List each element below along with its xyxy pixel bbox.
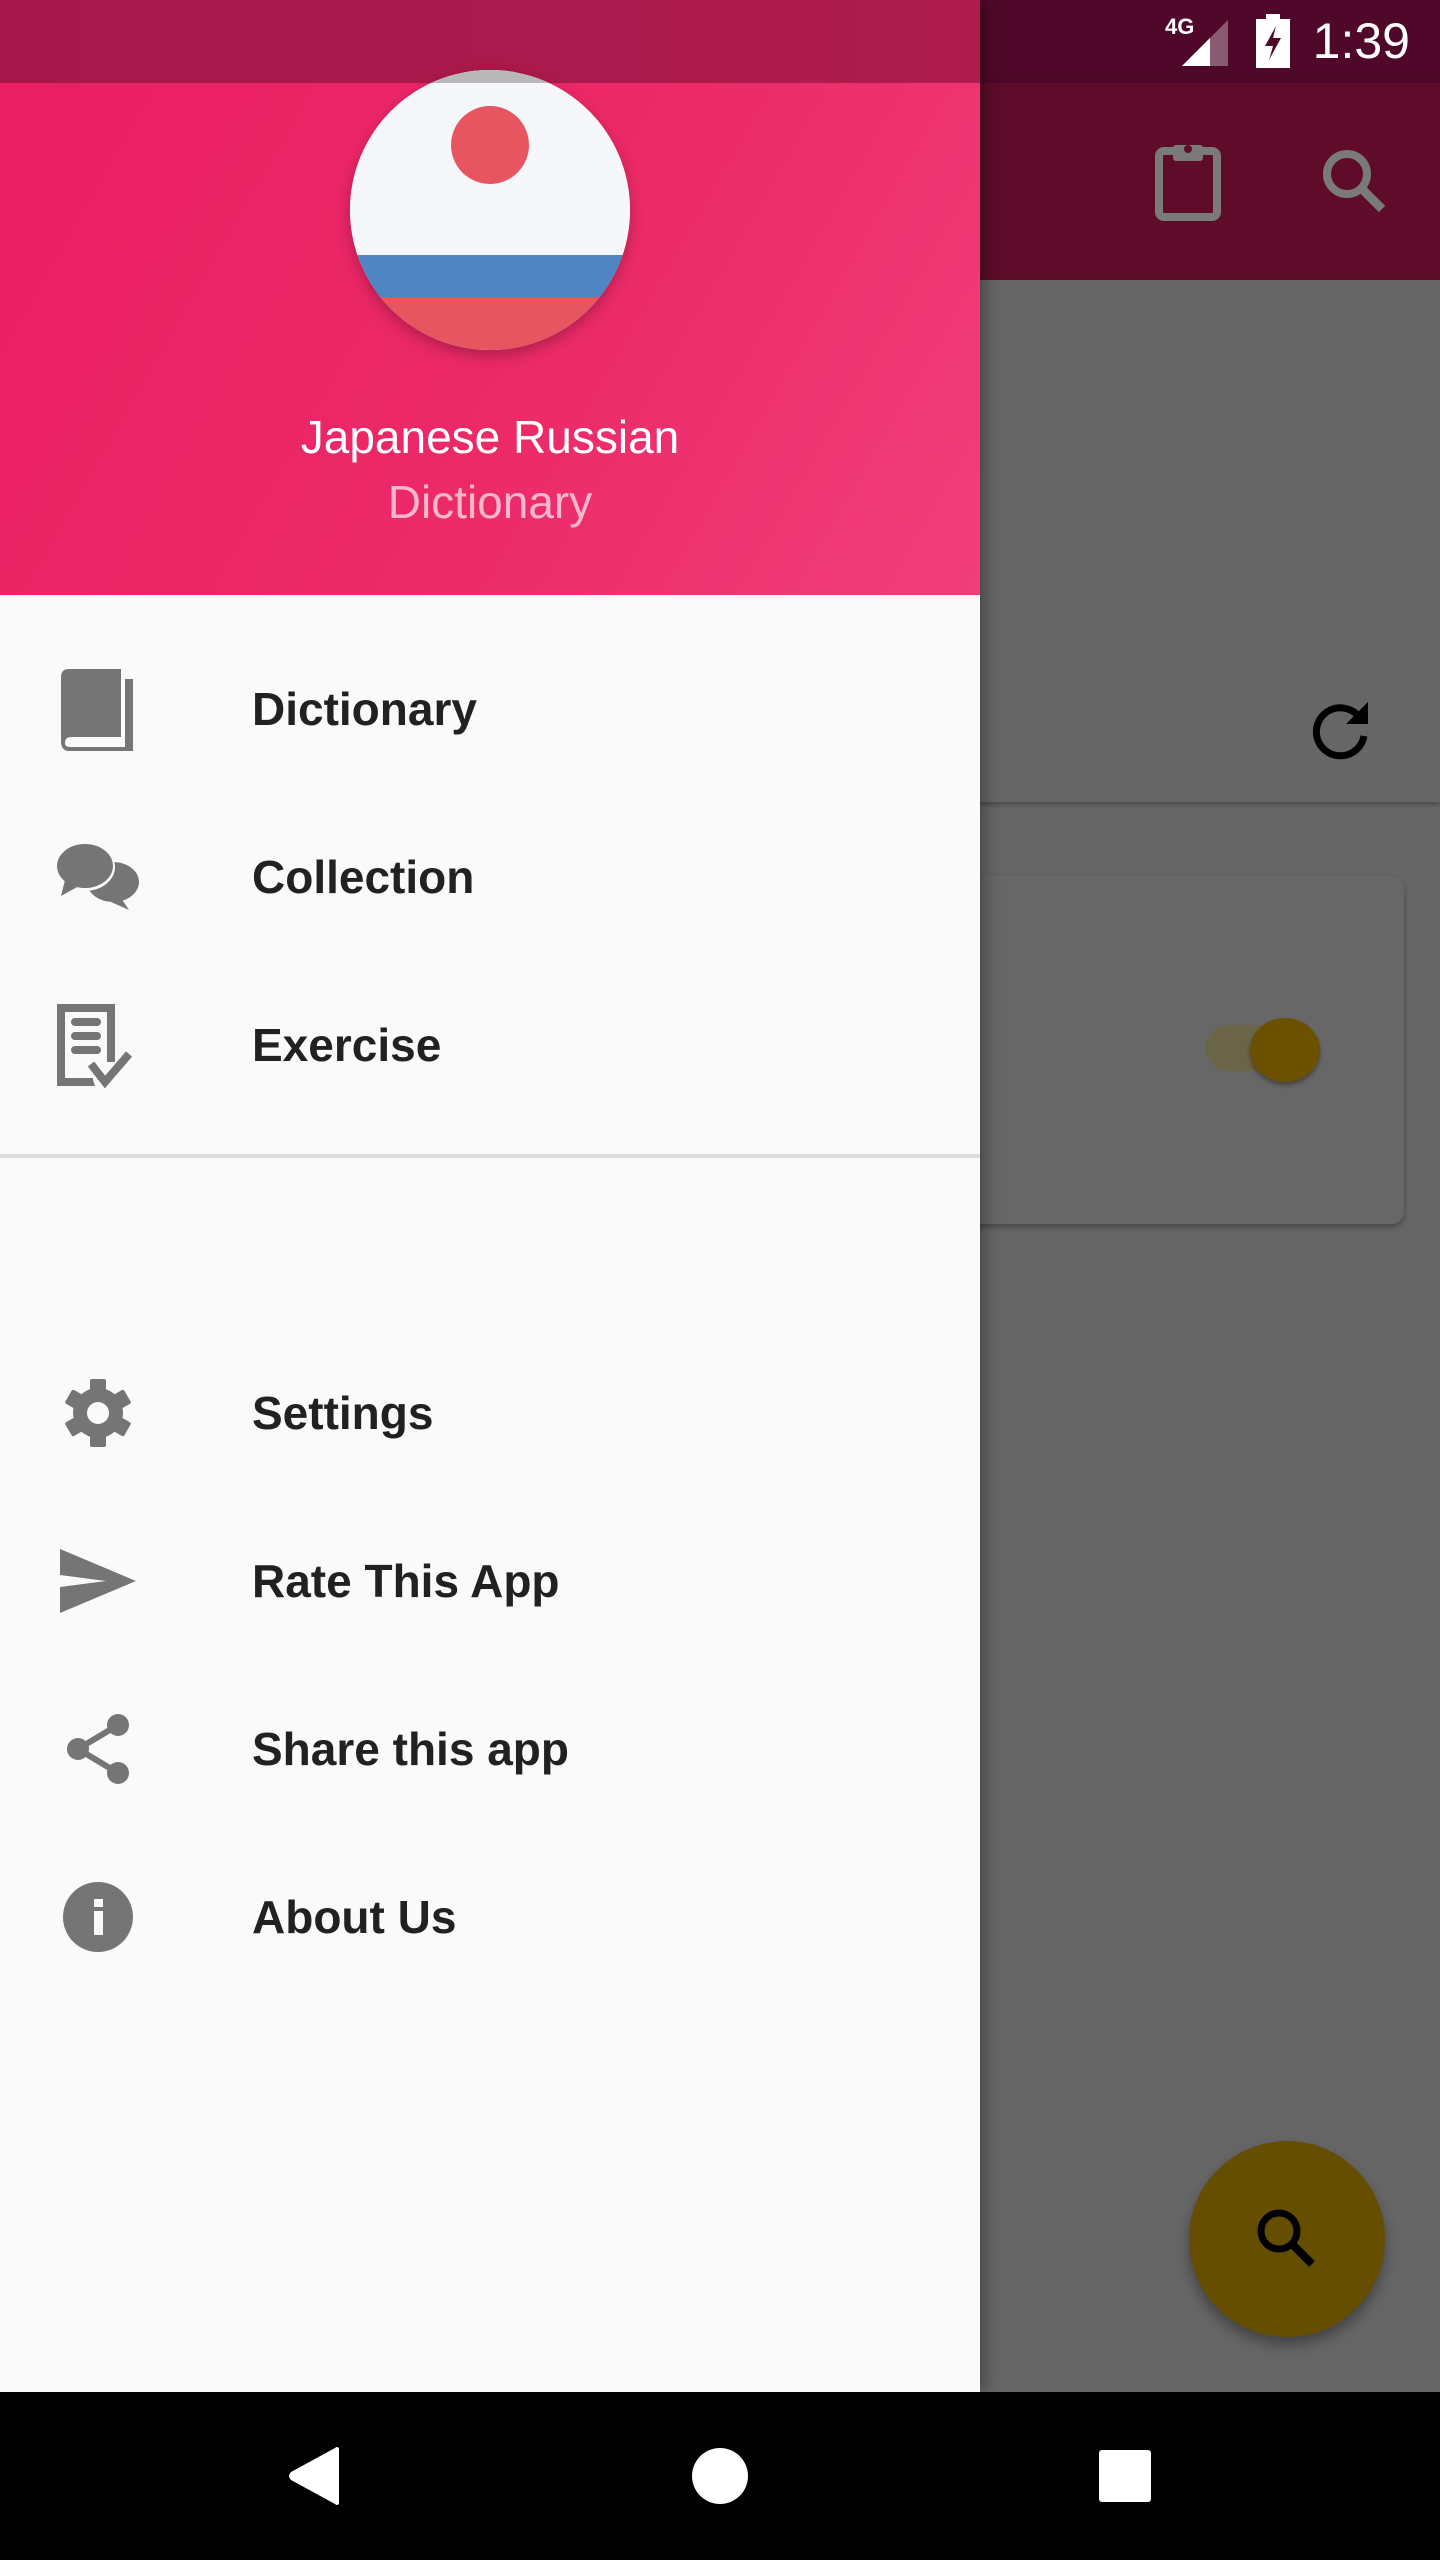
refresh-icon — [1312, 702, 1368, 760]
share-icon — [0, 1665, 196, 1833]
drawer-item-settings[interactable]: Settings — [0, 1329, 980, 1497]
checklist-icon — [0, 961, 196, 1129]
clipboard-icon — [1155, 145, 1221, 221]
drawer-item-share[interactable]: Share this app — [0, 1665, 980, 1833]
search-fab[interactable] — [1189, 2141, 1385, 2337]
drawer-item-label: Settings — [252, 1387, 434, 1439]
drawer-item-dictionary[interactable]: Dictionary — [0, 625, 980, 793]
battery-charging-icon — [1256, 14, 1290, 68]
drawer-item-label: Collection — [252, 851, 475, 903]
info-icon — [0, 1833, 196, 2001]
book-icon — [0, 625, 196, 793]
signal-icon — [1182, 20, 1228, 66]
drawer-item-rate[interactable]: Rate This App — [0, 1497, 980, 1665]
back-icon — [289, 2447, 339, 2505]
app-logo-flag — [350, 70, 630, 350]
gear-icon — [0, 1329, 196, 1497]
recents-button[interactable] — [1025, 2392, 1225, 2560]
drawer-item-about[interactable]: About Us — [0, 1833, 980, 2001]
system-nav-bar — [0, 2392, 1440, 2560]
search-button[interactable] — [1306, 133, 1402, 229]
home-button[interactable] — [620, 2392, 820, 2560]
drawer-item-label: Exercise — [252, 1019, 442, 1071]
recents-icon — [1099, 2450, 1151, 2502]
drawer-item-exercise[interactable]: Exercise — [0, 961, 980, 1129]
search-icon — [1257, 2209, 1315, 2267]
navigation-drawer: Japanese Russian Dictionary Dictionary C… — [0, 0, 980, 2392]
status-time: 1:39 — [1312, 13, 1410, 69]
back-button[interactable] — [215, 2392, 415, 2560]
drawer-subtitle: Dictionary — [387, 476, 593, 528]
search-icon — [1323, 150, 1386, 213]
drawer-item-label: About Us — [252, 1891, 457, 1943]
chat-bubbles-icon — [0, 793, 196, 961]
clipboard-button[interactable] — [1140, 133, 1236, 229]
home-icon — [692, 2448, 748, 2504]
drawer-divider — [0, 1154, 980, 1158]
refresh-button[interactable] — [1296, 682, 1388, 774]
settings-card — [940, 876, 1404, 1224]
drawer-item-label: Dictionary — [252, 683, 477, 735]
toggle-switch[interactable] — [1250, 1018, 1320, 1082]
drawer-title: Japanese Russian — [300, 411, 680, 463]
drawer-item-label: Share this app — [252, 1723, 569, 1775]
drawer-item-label: Rate This App — [252, 1555, 560, 1607]
drawer-item-collection[interactable]: Collection — [0, 793, 980, 961]
send-icon — [0, 1497, 196, 1665]
